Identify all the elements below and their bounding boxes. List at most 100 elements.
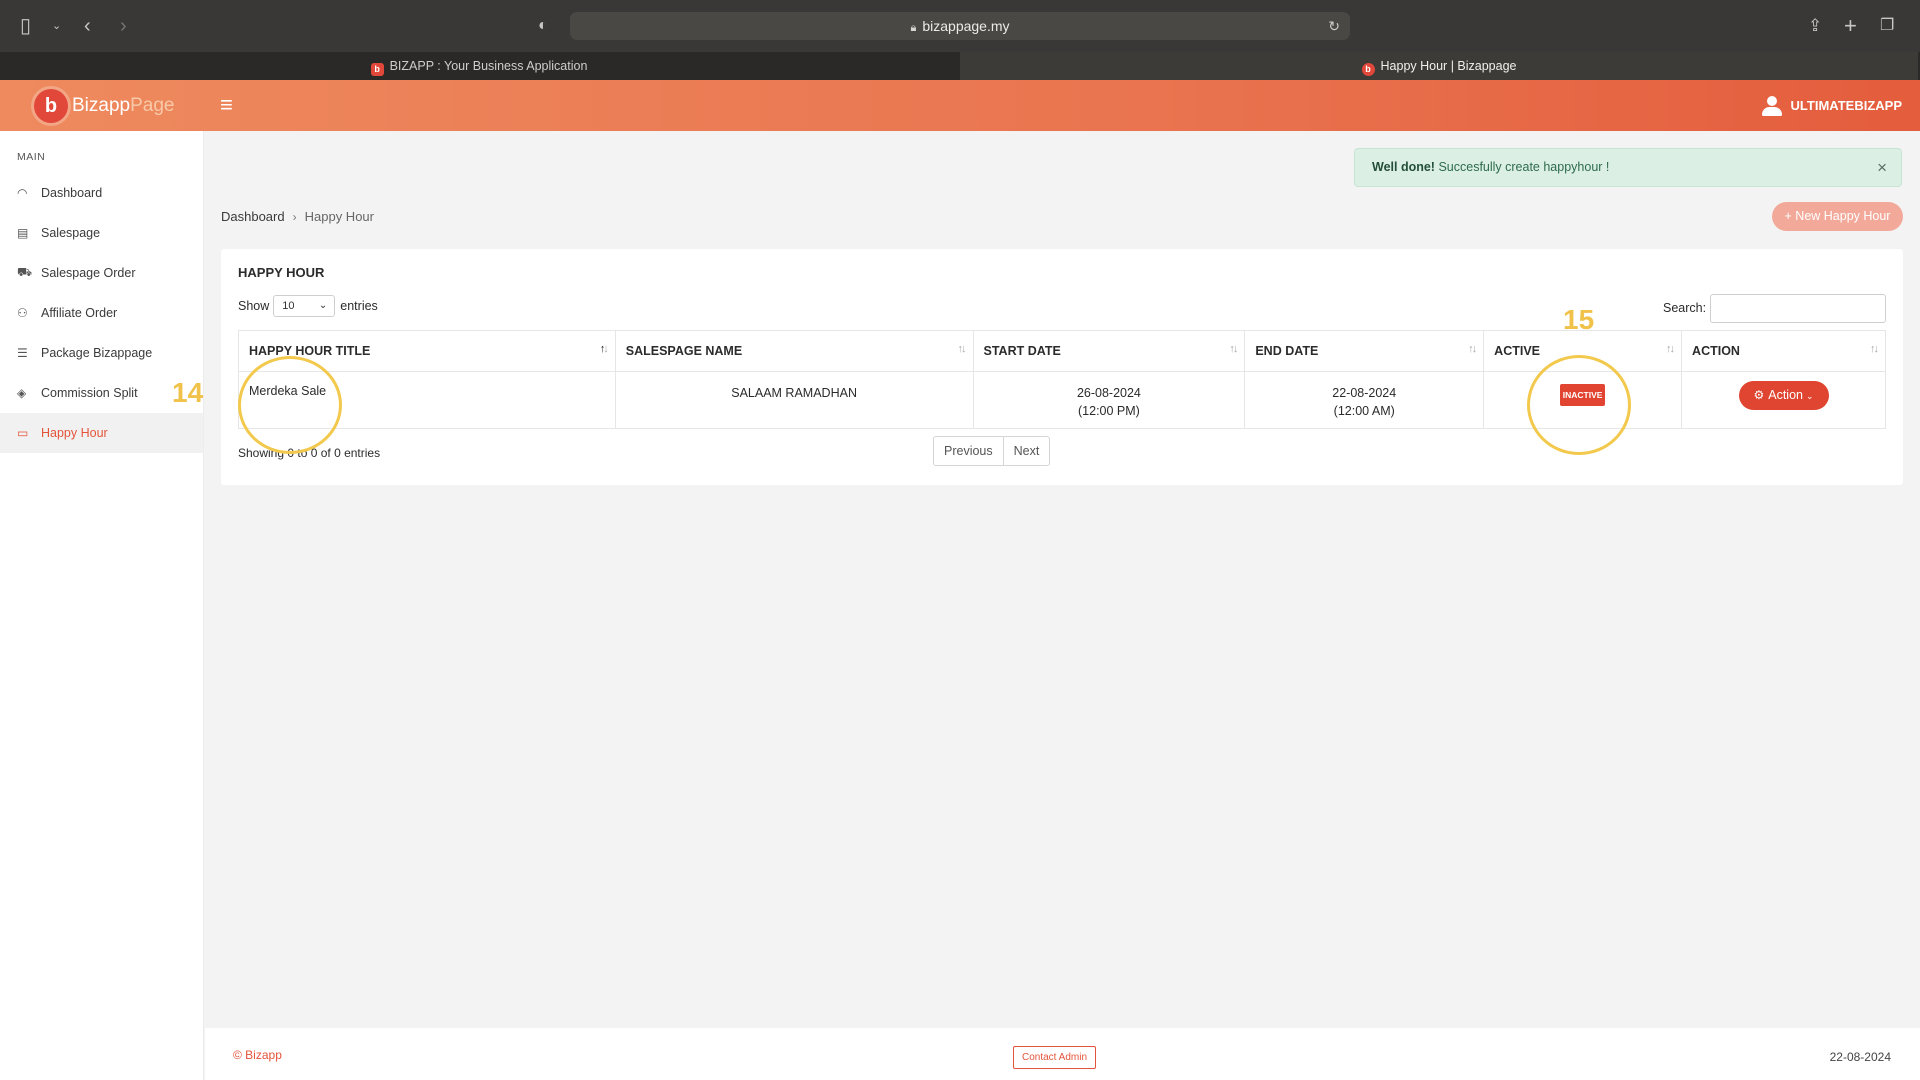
gauge-icon: ◠ [17,186,28,200]
card-title: HAPPY HOUR [238,265,325,280]
sidebar-item-label: Package Bizappage [41,346,153,360]
tab-happy-hour[interactable]: b Happy Hour | Bizappage [960,52,1918,80]
user-icon [1761,95,1783,117]
logo-mark-icon: b [34,89,68,123]
share-icon[interactable]: ⇪ [1808,0,1822,52]
sidebar-item-salespage[interactable]: ▤ Salespage [0,213,203,253]
action-label: Action [1768,388,1803,402]
end-date: 22-08-2024 [1332,386,1397,400]
sidebar-item-label: Commission Split [41,386,138,400]
ticket-icon: ▭ [17,426,29,440]
sidebar-item-label: Salespage Order [41,266,136,280]
footer-copyright[interactable]: © Bizapp [233,1048,282,1062]
sort-icon: ↑↓ [1229,343,1238,355]
search-input[interactable] [1710,294,1886,323]
page-size-select[interactable]: 10 ⌄ [273,295,336,317]
brand-logo[interactable]: b BizappPage [34,88,174,124]
search-label: Search: [1663,301,1707,315]
happy-hour-table: HAPPY HOUR TITLE ↑↓ SALESPAGE NAME ↑↓ STAR… [238,330,1886,429]
start-time: (12:00 PM) [1078,404,1140,418]
sort-icon: ↑↓ [1870,343,1879,355]
tab-bar: b BIZAPP : Your Business Application b Hap… [0,52,1920,80]
chevron-down-icon: ⌄ [318,300,328,311]
previous-button[interactable]: Previous [934,437,1004,465]
breadcrumb-current: Happy Hour [304,209,374,224]
table-header-row: HAPPY HOUR TITLE ↑↓ SALESPAGE NAME ↑↓ STAR… [238,330,1886,372]
app-header: b BizappPage ≡ ULTIMATEBIZAPP [0,80,1920,131]
lock-icon: 🔒︎ [910,22,917,34]
forward-icon[interactable]: › [120,0,127,52]
reload-icon[interactable]: ↻ [1328,12,1340,40]
sidebar-item-affiliate-order[interactable]: ⚇ Affiliate Order [0,293,203,333]
alert-message: Succesfully create happyhour ! [1438,160,1610,174]
gear-icon: ⚙ [1753,388,1765,402]
entries-label: entries [340,299,378,313]
sort-icon: ↑↓ [1666,343,1675,355]
breadcrumb: Dashboard › Happy Hour [221,209,374,224]
browser-toolbar: ▯ ⌄ ‹ › ◐ 🔒︎ bizappage.my ↻ ⇪ + ❐ [0,0,1920,52]
sidebar-section-label: MAIN [17,151,46,163]
start-date: 26-08-2024 [1076,386,1141,400]
tab-overview-icon[interactable]: ❐ [1880,0,1894,52]
sidebar-item-label: Salespage [41,226,101,240]
next-button[interactable]: Next [1004,437,1050,465]
list-icon: ☰ [17,346,28,360]
page-size-value: 10 [282,300,295,312]
action-dropdown-button[interactable]: ⚙ Action ⌄ [1738,381,1829,410]
sidebar-item-salespage-order[interactable]: ⛟ Salespage Order [0,253,203,293]
column-header-start-date[interactable]: START DATE ↑↓ [972,330,1246,372]
hamburger-menu-icon[interactable]: ≡ [220,94,238,116]
column-header-action[interactable]: ACTION ↑↓ [1681,330,1886,372]
sidebar-item-label: Happy Hour [41,426,108,440]
cell-end-date: 22-08-2024 (12:00 AM) [1244,371,1485,429]
end-time: (12:00 AM) [1333,404,1395,418]
calendar-icon: ▤ [17,226,29,240]
user-menu[interactable]: ULTIMATEBIZAPP [1761,80,1902,131]
url-text: bizappage.my [922,18,1010,34]
tab-bizapp[interactable]: b BIZAPP : Your Business Application [0,52,958,80]
sidebar-item-dashboard[interactable]: ◠ Dashboard [0,173,203,213]
annotation-circle-15 [1527,355,1631,455]
username: ULTIMATEBIZAPP [1790,98,1902,113]
sort-asc-icon: ↑↓ [599,343,609,355]
tab-title: Happy Hour | Bizappage [1380,59,1517,73]
back-icon[interactable]: ‹ [84,0,91,52]
show-entries: Show 10 ⌄ entries [238,295,378,317]
alert-strong: Well done! [1372,160,1435,174]
contact-admin-button[interactable]: Contact Admin [1013,1046,1096,1069]
sidebar-item-happy-hour[interactable]: ▭ Happy Hour [0,413,203,453]
close-icon[interactable]: × [1877,149,1887,186]
cell-action: ⚙ Action ⌄ [1681,371,1886,429]
pagination: Previous Next [933,436,1051,466]
users-icon: ⚇ [17,306,28,320]
bizappage-favicon-icon: b [1361,63,1375,76]
brand-name: BizappPage [72,95,175,116]
chevron-right-icon: › [292,210,297,224]
sort-icon: ↑↓ [1468,343,1477,355]
bizapp-favicon-icon: b [370,63,384,76]
annotation-label-14: 14 [172,377,204,408]
sidebar: MAIN ◠ Dashboard ▤ Salespage ⛟ Salespage Or… [0,131,204,1080]
address-bar[interactable]: 🔒︎ bizappage.my ↻ [570,12,1350,40]
annotation-circle-14 [238,356,342,454]
sidebar-toggle-icon[interactable]: ▯ [20,0,31,52]
annotation-label-15: 15 [1563,304,1595,335]
chevron-down-icon: ⌄ [1806,391,1814,401]
sidebar-item-package-bizappage[interactable]: ☰ Package Bizappage [0,333,203,373]
sidebar-item-label: Dashboard [41,186,103,200]
table-row: Merdeka Sale SALAAM RAMADHAN 26-08-2024(… [238,371,1886,429]
new-tab-icon[interactable]: + [1844,0,1857,52]
sort-icon: ↑↓ [957,343,967,355]
show-label: Show [238,299,270,313]
chevron-down-icon[interactable]: ⌄ [52,0,61,52]
column-header-end-date[interactable]: END DATE ↑↓ [1244,330,1485,372]
new-happy-hour-button[interactable]: + New Happy Hour [1772,202,1903,231]
tab-title: BIZAPP : Your Business Application [389,59,588,73]
sidebar-item-label: Affiliate Order [41,306,118,320]
cart-icon: ⛟ [17,265,33,279]
cell-start-date: 26-08-2024 (12:00 PM) [972,371,1246,429]
footer: © Bizapp Contact Admin 22-08-2024 [205,1028,1920,1080]
shield-icon[interactable]: ◐ [538,0,548,52]
breadcrumb-dashboard[interactable]: Dashboard [221,209,285,224]
column-header-salespage[interactable]: SALESPAGE NAME ↑↓ [614,330,974,372]
